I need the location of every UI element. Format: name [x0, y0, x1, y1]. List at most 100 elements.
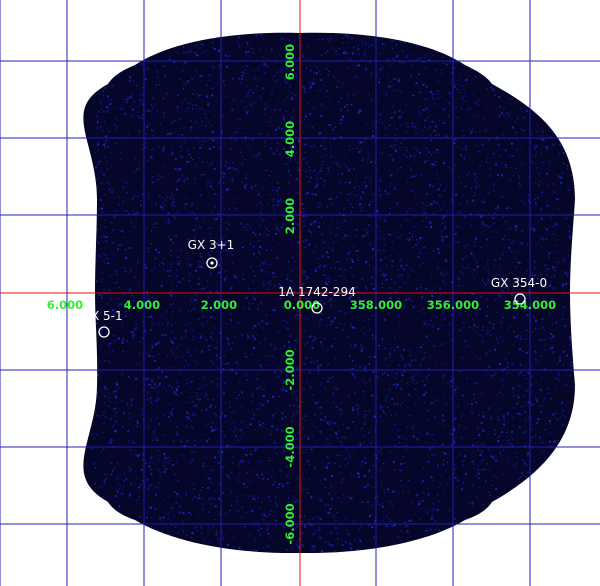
noise-pixel: [134, 321, 136, 323]
noise-pixel: [499, 452, 501, 454]
noise-pixel: [260, 461, 262, 463]
noise-pixel: [110, 462, 113, 465]
noise-pixel: [147, 399, 149, 401]
noise-pixel: [150, 315, 153, 318]
noise-pixel: [103, 411, 105, 413]
noise-pixel: [450, 168, 452, 170]
noise-pixel: [351, 260, 354, 263]
noise-pixel: [196, 398, 198, 400]
noise-pixel: [108, 397, 111, 399]
noise-pixel: [317, 401, 319, 403]
noise-pixel: [354, 235, 356, 238]
noise-pixel: [100, 182, 103, 185]
noise-pixel: [486, 298, 488, 300]
noise-pixel: [111, 257, 113, 260]
noise-pixel: [438, 529, 441, 532]
noise-pixel: [437, 90, 439, 93]
noise-pixel: [569, 261, 571, 263]
noise-pixel: [370, 177, 372, 179]
noise-pixel: [195, 404, 198, 407]
noise-pixel: [481, 143, 484, 146]
noise-pixel: [408, 238, 411, 241]
noise-pixel: [217, 462, 220, 464]
noise-pixel: [536, 258, 539, 260]
noise-pixel: [285, 327, 287, 329]
noise-pixel: [249, 533, 251, 535]
noise-pixel: [218, 49, 221, 52]
noise-pixel: [493, 374, 495, 376]
noise-pixel: [319, 321, 321, 323]
noise-pixel: [112, 242, 115, 244]
noise-pixel: [166, 526, 168, 528]
noise-pixel: [254, 234, 257, 236]
noise-pixel: [458, 425, 460, 427]
noise-pixel: [351, 77, 353, 79]
noise-pixel: [488, 469, 490, 472]
noise-pixel: [287, 424, 289, 426]
noise-pixel: [171, 152, 174, 155]
noise-pixel: [230, 504, 232, 507]
noise-pixel: [383, 411, 385, 413]
noise-pixel: [482, 411, 484, 413]
noise-pixel: [387, 312, 390, 315]
noise-pixel: [210, 316, 213, 319]
noise-pixel: [549, 284, 551, 287]
noise-pixel: [208, 79, 211, 81]
noise-pixel: [319, 79, 321, 81]
noise-pixel: [279, 389, 281, 391]
noise-pixel: [509, 443, 512, 446]
noise-pixel: [207, 121, 210, 123]
noise-pixel: [515, 463, 518, 465]
noise-pixel: [111, 470, 113, 473]
noise-pixel: [171, 192, 173, 194]
noise-pixel: [523, 130, 525, 132]
noise-pixel: [444, 452, 447, 455]
noise-pixel: [327, 363, 329, 366]
noise-pixel: [336, 154, 339, 156]
noise-pixel: [193, 359, 195, 361]
noise-pixel: [185, 494, 188, 497]
noise-pixel: [129, 270, 132, 273]
noise-pixel: [131, 440, 133, 442]
noise-pixel: [467, 263, 469, 266]
noise-pixel: [262, 87, 265, 90]
noise-pixel: [204, 361, 206, 363]
noise-pixel: [171, 144, 174, 146]
noise-pixel: [121, 341, 124, 344]
noise-pixel: [457, 146, 459, 148]
noise-pixel: [499, 106, 501, 108]
noise-pixel: [259, 253, 261, 255]
noise-pixel: [150, 401, 153, 404]
noise-pixel: [422, 480, 425, 483]
noise-pixel: [538, 241, 540, 244]
noise-pixel: [544, 429, 546, 431]
noise-pixel: [260, 97, 262, 99]
noise-pixel: [169, 403, 172, 405]
noise-pixel: [323, 419, 325, 421]
noise-pixel: [503, 424, 505, 426]
noise-pixel: [225, 222, 227, 224]
noise-pixel: [311, 422, 314, 424]
noise-pixel: [394, 444, 397, 447]
noise-pixel: [102, 90, 105, 93]
noise-pixel: [291, 547, 293, 549]
noise-pixel: [247, 56, 250, 59]
noise-pixel: [142, 354, 144, 356]
noise-pixel: [256, 520, 259, 522]
noise-pixel: [142, 177, 144, 179]
noise-pixel: [434, 103, 436, 105]
noise-pixel: [454, 477, 456, 479]
noise-pixel: [207, 102, 210, 105]
noise-pixel: [246, 183, 248, 185]
noise-pixel: [390, 415, 393, 417]
noise-pixel: [430, 90, 433, 93]
noise-pixel: [169, 132, 172, 135]
noise-pixel: [297, 241, 300, 244]
noise-pixel: [103, 402, 105, 404]
noise-pixel: [113, 215, 116, 218]
noise-pixel: [346, 104, 349, 107]
noise-pixel: [352, 406, 355, 409]
noise-pixel: [400, 354, 403, 357]
noise-pixel: [272, 189, 274, 191]
noise-pixel: [550, 217, 552, 219]
